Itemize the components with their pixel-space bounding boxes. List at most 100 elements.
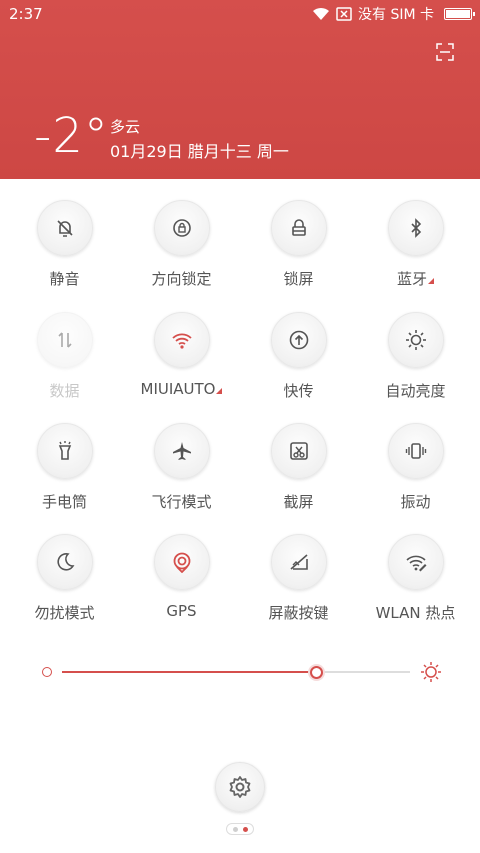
toggle-button[interactable] bbox=[387, 200, 444, 256]
toggle-airplane[interactable]: 飞行模式 bbox=[123, 423, 240, 512]
toggle-label: 飞行模式 bbox=[123, 491, 240, 512]
date-text: 01月29日 腊月十三 周一 bbox=[110, 142, 289, 161]
upload-icon bbox=[289, 330, 308, 350]
toggle-bluetooth[interactable]: 蓝牙 bbox=[357, 200, 474, 289]
toggle-upload[interactable]: 快传 bbox=[240, 312, 357, 401]
toggle-label: 蓝牙 bbox=[357, 268, 474, 289]
toggle-label: 勿扰模式 bbox=[6, 602, 123, 623]
toggle-label-text: 蓝牙 bbox=[396, 270, 427, 288]
toggle-label-text: 振动 bbox=[400, 493, 431, 511]
block-keys-icon bbox=[289, 554, 308, 570]
toggle-button[interactable] bbox=[270, 312, 327, 368]
toggle-label: 自动亮度 bbox=[357, 380, 474, 401]
vibrate-icon bbox=[405, 443, 426, 459]
gear-icon bbox=[229, 776, 251, 798]
toggle-label: 方向锁定 bbox=[123, 268, 240, 289]
page-dot bbox=[232, 826, 238, 832]
toggle-label-text: MIUIAUTO bbox=[140, 380, 216, 398]
toggle-button[interactable] bbox=[387, 534, 444, 590]
toggle-button[interactable] bbox=[153, 423, 210, 479]
more-options-indicator bbox=[428, 278, 434, 284]
bluetooth-icon bbox=[410, 218, 421, 238]
toggle-label-text: 勿扰模式 bbox=[34, 604, 95, 622]
gps-icon bbox=[173, 552, 190, 573]
brightness-fill bbox=[62, 671, 317, 673]
mobile-data-icon bbox=[57, 332, 72, 348]
toggle-button[interactable] bbox=[387, 312, 444, 368]
wifi-icon bbox=[313, 7, 329, 20]
toggle-button[interactable] bbox=[153, 534, 210, 590]
status-bar: 2:37 没有 SIM 卡 bbox=[0, 0, 480, 28]
toggle-rotation-lock[interactable]: 方向锁定 bbox=[123, 200, 240, 289]
toggle-label: MIUIAUTO bbox=[137, 380, 227, 398]
brightness-low-icon bbox=[42, 667, 52, 677]
toggle-label: 锁屏 bbox=[240, 268, 357, 289]
toggle-button[interactable] bbox=[270, 534, 327, 590]
toggle-button[interactable] bbox=[36, 312, 93, 368]
toggle-screenshot[interactable]: 截屏 bbox=[240, 423, 357, 512]
screenshot-icon bbox=[289, 442, 308, 460]
page-dot bbox=[242, 826, 248, 832]
toggle-button[interactable] bbox=[153, 200, 210, 256]
status-time: 2:37 bbox=[9, 5, 43, 23]
flashlight-icon bbox=[58, 441, 71, 460]
toggle-bell-off[interactable]: 静音 bbox=[6, 200, 123, 289]
toggle-label: 手电筒 bbox=[6, 491, 123, 512]
hotspot-icon bbox=[405, 555, 426, 572]
toggle-moon[interactable]: 勿扰模式 bbox=[6, 534, 123, 623]
toggle-gps[interactable]: GPS bbox=[123, 534, 240, 620]
status-icons: 没有 SIM 卡 bbox=[312, 4, 475, 24]
brightness-thumb[interactable] bbox=[310, 666, 324, 679]
toggle-label-text: 方向锁定 bbox=[151, 270, 212, 288]
no-sim-icon bbox=[336, 7, 352, 21]
toggle-button[interactable] bbox=[387, 423, 444, 479]
toggle-label: 快传 bbox=[240, 380, 357, 401]
settings-button[interactable] bbox=[215, 762, 265, 812]
toggle-vibrate[interactable]: 振动 bbox=[357, 423, 474, 512]
toggle-button[interactable] bbox=[36, 423, 93, 479]
toggle-label-text: 静音 bbox=[49, 270, 80, 288]
weather-header: 2:37 没有 SIM 卡 -2° 多云 01月29日 腊月十三 周一 bbox=[0, 0, 480, 179]
carrier-text: 没有 SIM 卡 bbox=[358, 7, 434, 23]
toggle-label-text: 锁屏 bbox=[283, 270, 314, 288]
page-indicator bbox=[226, 823, 254, 835]
moon-icon bbox=[56, 553, 74, 571]
toggle-mobile-data[interactable]: 数据 bbox=[6, 312, 123, 401]
toggle-label: 静音 bbox=[6, 268, 123, 289]
toggle-label-text: 手电筒 bbox=[41, 493, 87, 511]
toggle-hotspot[interactable]: WLAN 热点 bbox=[357, 534, 474, 623]
bell-off-icon bbox=[56, 220, 73, 237]
toggle-label-text: 数据 bbox=[49, 382, 80, 400]
more-options-indicator bbox=[216, 388, 223, 394]
toggle-wifi[interactable]: MIUIAUTO bbox=[123, 312, 240, 398]
toggle-button[interactable] bbox=[270, 200, 327, 256]
toggle-button[interactable] bbox=[153, 312, 210, 368]
toggle-label-text: 飞行模式 bbox=[151, 493, 212, 511]
toggle-label: 振动 bbox=[357, 491, 474, 512]
weather-condition: 多云 bbox=[110, 118, 141, 136]
toggle-flashlight[interactable]: 手电筒 bbox=[6, 423, 123, 512]
toggle-block-keys[interactable]: 屏蔽按键 bbox=[240, 534, 357, 623]
auto-brightness-icon bbox=[405, 330, 426, 350]
toggle-label: 屏蔽按键 bbox=[240, 602, 357, 623]
airplane-icon bbox=[172, 442, 191, 460]
brightness-slider[interactable] bbox=[42, 662, 442, 682]
toggle-label-text: 快传 bbox=[283, 382, 314, 400]
brightness-track[interactable] bbox=[62, 666, 410, 679]
toggle-label-text: GPS bbox=[166, 602, 197, 620]
toggle-button[interactable] bbox=[36, 200, 93, 256]
toggle-label-text: 屏蔽按键 bbox=[268, 604, 329, 622]
toggle-label-text: WLAN 热点 bbox=[375, 604, 456, 622]
wifi-icon bbox=[171, 333, 192, 349]
toggle-lock[interactable]: 锁屏 bbox=[240, 200, 357, 289]
toggle-button[interactable] bbox=[36, 534, 93, 590]
rotation-lock-icon bbox=[172, 219, 191, 237]
scan-icon[interactable] bbox=[436, 43, 454, 61]
toggle-label-text: 自动亮度 bbox=[385, 382, 446, 400]
toggle-label: WLAN 热点 bbox=[357, 602, 474, 623]
lock-icon bbox=[291, 219, 306, 236]
toggle-label: 数据 bbox=[6, 380, 123, 401]
temperature: -2° bbox=[34, 108, 109, 164]
toggle-auto-brightness[interactable]: 自动亮度 bbox=[357, 312, 474, 401]
toggle-button[interactable] bbox=[270, 423, 327, 479]
